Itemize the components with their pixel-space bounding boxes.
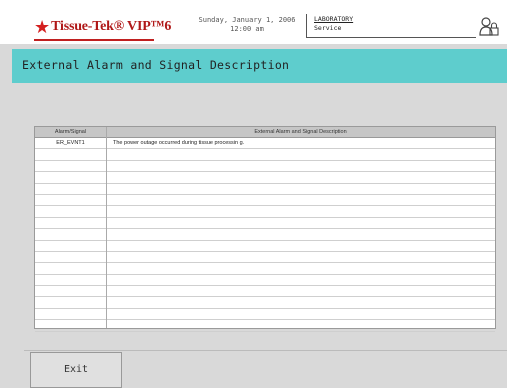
table-row[interactable] [35,149,495,161]
header-divider [306,14,307,38]
table-row[interactable] [35,286,495,298]
table-row[interactable] [35,320,495,332]
table-header: Alarm/Signal External Alarm and Signal D… [35,127,495,138]
column-header-description: External Alarm and Signal Description [254,129,347,135]
table-row[interactable] [35,241,495,252]
star-logo-icon: ★ [34,17,51,37]
footer-divider [24,350,507,351]
table-row[interactable] [35,275,495,287]
logo-underline [34,39,154,41]
table-row[interactable] [35,252,495,264]
table-row[interactable] [35,309,495,321]
table-body: ER_EVNT1 The power outage occurred during… [35,138,495,332]
datetime-display: Sunday, January 1, 2006 12:00 am [172,16,322,34]
table-row[interactable] [35,172,495,184]
user-lock-icon[interactable] [479,16,499,38]
header-underline [306,37,476,38]
header-bar: ★ Tissue-Tek® VIP™6 Sunday, January 1, 2… [0,0,507,44]
alarm-table: Alarm/Signal External Alarm and Signal D… [34,126,496,332]
description-cell: The power outage occurred during tissue … [113,140,245,146]
table-row[interactable] [35,218,495,230]
lab-info: LABORATORY Service [314,15,353,33]
time-text: 12:00 am [230,25,264,33]
alarm-signal-cell: ER_EVNT1 [56,140,85,146]
logo-text: Tissue-Tek® VIP™6 [51,19,172,34]
column-divider [106,127,107,328]
table-row[interactable]: ER_EVNT1 The power outage occurred during… [35,138,495,150]
table-row[interactable] [35,184,495,195]
exit-button[interactable]: Exit [30,352,122,388]
title-bar: External Alarm and Signal Description [12,49,507,83]
table-row[interactable] [35,263,495,275]
user-role: Service [314,24,342,32]
table-row[interactable] [35,229,495,241]
page-title: External Alarm and Signal Description [22,58,290,72]
lab-name: LABORATORY [314,15,354,23]
table-row[interactable] [35,297,495,309]
table-row[interactable] [35,195,495,207]
table-row[interactable] [35,206,495,218]
column-header-alarm: Alarm/Signal [54,129,87,135]
table-row[interactable] [35,161,495,173]
logo: ★ Tissue-Tek® VIP™6 [34,17,171,37]
date-text: Sunday, January 1, 2006 [198,16,296,24]
